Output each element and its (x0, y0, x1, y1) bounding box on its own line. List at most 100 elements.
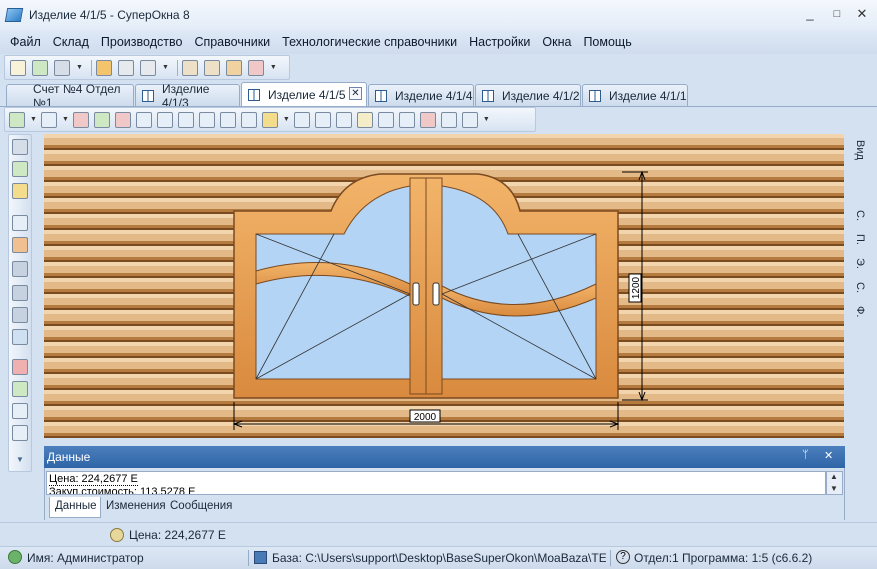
side-tab-1[interactable]: С. (854, 210, 866, 221)
report-dropdown-icon[interactable]: ▼ (162, 64, 169, 71)
properties-icon[interactable] (12, 215, 28, 231)
remove-element-icon[interactable] (72, 111, 89, 128)
tab-item-4-1-2[interactable]: Изделие 4/1/2 (475, 84, 581, 106)
new-document-icon[interactable] (10, 59, 26, 76)
gothic-icon[interactable] (356, 111, 373, 128)
move-icon[interactable] (12, 261, 28, 277)
tab-close-button[interactable]: ✕ (349, 87, 362, 100)
template-icon[interactable] (12, 425, 28, 441)
paste-icon[interactable] (203, 59, 220, 76)
cut-icon[interactable] (225, 59, 242, 76)
width-dimension-label[interactable]: 2000 (414, 412, 437, 423)
drawing-canvas[interactable]: 1200 2000 (44, 134, 844, 438)
tab-data[interactable]: Данные (49, 497, 101, 518)
title-bar: Изделие 4/1/5 - СуперОкна 8 _ □ ✕ (0, 0, 877, 30)
menu-production[interactable]: Производство (95, 35, 189, 49)
side-tab-5[interactable]: Ф. (854, 306, 866, 317)
fitting-icon[interactable] (177, 111, 194, 128)
tab-label: Изделие 4/1/5 (268, 87, 346, 102)
close-button[interactable]: ✕ (852, 6, 872, 22)
pencil-dropdown-icon[interactable]: ▼ (283, 116, 290, 123)
side-tab-2[interactable]: П. (854, 234, 866, 245)
delete-icon[interactable] (247, 59, 264, 76)
side-tab-3[interactable]: Э. (854, 258, 866, 269)
separator (90, 59, 92, 76)
menu-tech-references[interactable]: Технологические справочники (276, 35, 463, 49)
window-item-icon (248, 88, 260, 101)
shape-icon[interactable] (377, 111, 394, 128)
view-panel-tab[interactable]: Вид (854, 140, 866, 160)
tab-changes[interactable]: Изменения (101, 497, 166, 518)
frame-icon[interactable] (40, 111, 57, 128)
split-icon[interactable] (219, 111, 236, 128)
arch-icon[interactable] (314, 111, 331, 128)
copy-icon[interactable] (181, 59, 198, 76)
menu-file[interactable]: Файл (4, 35, 47, 49)
mirror-icon[interactable] (12, 237, 28, 253)
menu-windows[interactable]: Окна (536, 35, 577, 49)
data-list[interactable]: Цена: 224,2677 E Закуп.стоимость: 113,52… (46, 471, 826, 495)
tab-invoice[interactable]: Счет №4 Отдел №1 (6, 82, 134, 110)
layout-icon[interactable] (440, 111, 457, 128)
grid-icon[interactable] (293, 111, 310, 128)
list-item[interactable]: Цена: 224,2677 E (49, 473, 138, 486)
scroll-down-icon[interactable]: ▼ (830, 484, 838, 493)
minimize-button[interactable]: _ (800, 6, 820, 22)
report-icon[interactable] (139, 59, 156, 76)
expand-toolbar-icon[interactable]: ▼ (16, 455, 24, 464)
columns-icon[interactable] (461, 111, 478, 128)
bars-icon[interactable] (398, 111, 415, 128)
delete-element-icon[interactable] (114, 111, 131, 128)
delete-dropdown-icon[interactable]: ▼ (270, 64, 277, 71)
tab-item-4-1-3[interactable]: Изделие 4/1/3 (135, 82, 240, 110)
list-icon[interactable] (117, 59, 134, 76)
toolbar-overflow-icon[interactable]: ▼ (483, 116, 490, 123)
right-handle-icon[interactable] (432, 282, 440, 306)
remove-bars-icon[interactable] (419, 111, 436, 128)
side-tab-4[interactable]: С. (854, 282, 866, 293)
left-handle-icon[interactable] (412, 282, 420, 306)
round-top-icon[interactable] (335, 111, 352, 128)
add-frame-dropdown-icon[interactable]: ▼ (30, 116, 37, 123)
save-icon[interactable] (12, 139, 28, 155)
print-icon[interactable] (54, 59, 70, 76)
status-base: База: C:\Users\support\Desktop\BaseSuper… (272, 551, 606, 565)
color-icon[interactable] (12, 359, 28, 375)
menu-references[interactable]: Справочники (188, 35, 276, 49)
handle-icon[interactable] (156, 111, 173, 128)
tab-item-4-1-1[interactable]: Изделие 4/1/1 (582, 84, 688, 106)
pin-icon[interactable]: ᛘ (802, 449, 809, 461)
pencil-icon[interactable] (261, 111, 278, 128)
edit-icon[interactable] (12, 183, 28, 199)
sash-icon[interactable] (135, 111, 152, 128)
list-item[interactable]: Закуп.стоимость: 113,5278 E (49, 486, 195, 494)
frame-dropdown-icon[interactable]: ▼ (62, 116, 69, 123)
zoom-icon[interactable] (12, 329, 28, 345)
menu-help[interactable]: Помощь (577, 35, 637, 49)
add-document-icon[interactable] (32, 59, 48, 76)
mullion-icon[interactable] (198, 111, 215, 128)
app-logo-icon (4, 8, 24, 22)
add-frame-icon[interactable] (9, 111, 25, 128)
document-icon[interactable] (12, 403, 28, 419)
tab-item-4-1-5[interactable]: Изделие 4/1/5 ✕ (241, 82, 367, 106)
window-item-icon (375, 89, 387, 102)
tab-item-4-1-4[interactable]: Изделие 4/1/4 (368, 84, 474, 106)
print-dropdown-icon[interactable]: ▼ (76, 64, 83, 71)
column-icon[interactable] (240, 111, 257, 128)
redo-icon[interactable] (12, 307, 28, 323)
refresh-icon[interactable] (12, 161, 28, 177)
menu-settings[interactable]: Настройки (463, 35, 536, 49)
menu-warehouse[interactable]: Склад (47, 35, 95, 49)
list-scrollbar[interactable]: ▲ ▼ (826, 471, 843, 495)
scroll-up-icon[interactable]: ▲ (830, 472, 838, 481)
user-icon (8, 550, 22, 564)
maximize-button[interactable]: □ (827, 6, 847, 22)
height-dimension-label[interactable]: 1200 (631, 276, 642, 299)
add-element-icon[interactable] (93, 111, 110, 128)
layers-icon[interactable] (95, 59, 112, 76)
undo-icon[interactable] (12, 285, 28, 301)
add-item-icon[interactable] (12, 381, 28, 397)
panel-close-button[interactable]: ✕ (824, 449, 833, 462)
tab-messages[interactable]: Сообщения (165, 497, 235, 518)
